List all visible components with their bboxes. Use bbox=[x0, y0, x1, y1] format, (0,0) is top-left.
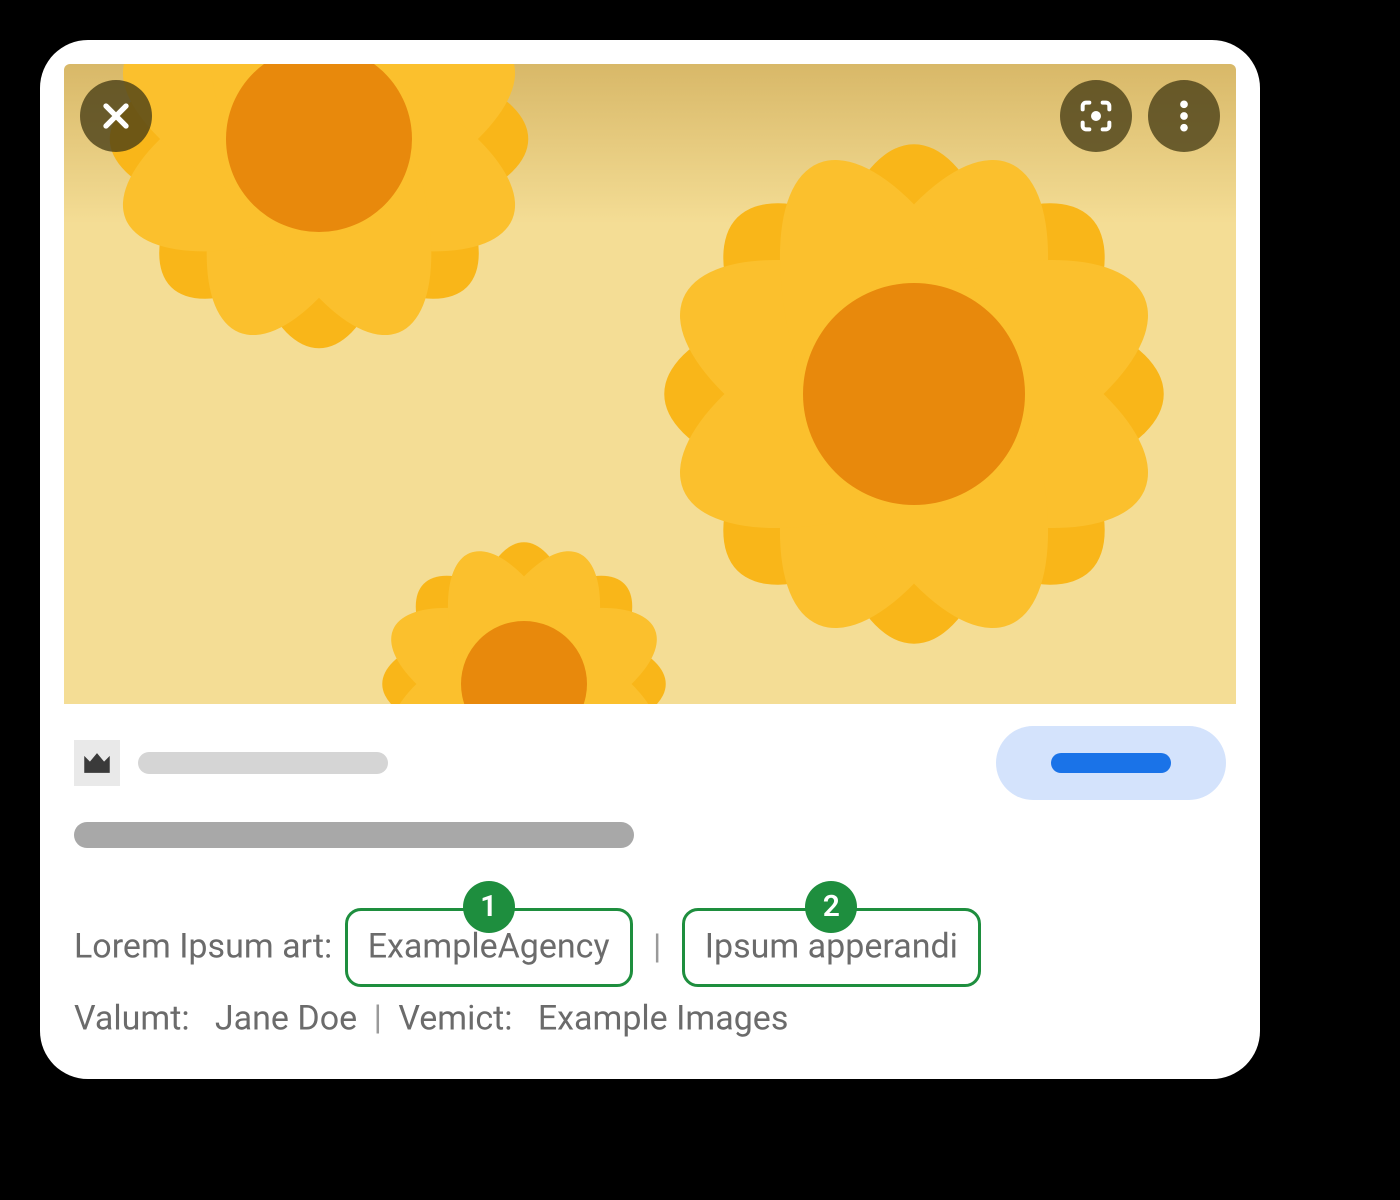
image-viewer-card: Lorem Ipsum art: 1 ExampleAgency | 2 Ips… bbox=[40, 40, 1260, 1079]
flower-illustration bbox=[64, 64, 1236, 704]
credit-label-vemict: Vemict: bbox=[398, 998, 512, 1038]
image-credits: Lorem Ipsum art: 1 ExampleAgency | 2 Ips… bbox=[40, 848, 1260, 1049]
more-button[interactable] bbox=[1148, 80, 1220, 152]
meta-section bbox=[40, 704, 1260, 848]
callout-2: 2 Ipsum apperandi bbox=[682, 908, 981, 987]
callout-1-number: 1 bbox=[463, 881, 515, 933]
credit-line-2: Valumt: Jane Doe | Vemict: Example Image… bbox=[74, 987, 1226, 1050]
crown-icon bbox=[80, 746, 114, 780]
licensable-badge bbox=[74, 740, 120, 786]
close-button[interactable] bbox=[80, 80, 152, 152]
title-placeholder bbox=[74, 822, 634, 848]
separator: | bbox=[374, 998, 382, 1038]
action-pill[interactable] bbox=[996, 726, 1226, 800]
callout-2-number: 2 bbox=[805, 881, 857, 933]
more-vertical-icon bbox=[1164, 96, 1204, 136]
separator: | bbox=[653, 927, 661, 967]
hero-image bbox=[64, 64, 1236, 704]
lens-icon bbox=[1076, 96, 1116, 136]
credit-value-vemict: Example Images bbox=[538, 998, 789, 1038]
callout-1: 1 ExampleAgency bbox=[345, 908, 633, 987]
credit-prefix: Lorem Ipsum art: bbox=[74, 927, 332, 967]
credit-line-1: Lorem Ipsum art: 1 ExampleAgency | 2 Ips… bbox=[74, 908, 1226, 987]
lens-button[interactable] bbox=[1060, 80, 1132, 152]
close-icon bbox=[96, 96, 136, 136]
credit-value-valumt: Jane Doe bbox=[215, 998, 357, 1038]
source-placeholder bbox=[138, 752, 388, 774]
action-pill-label bbox=[1051, 753, 1171, 773]
credit-label-valumt: Valumt: bbox=[74, 998, 190, 1038]
